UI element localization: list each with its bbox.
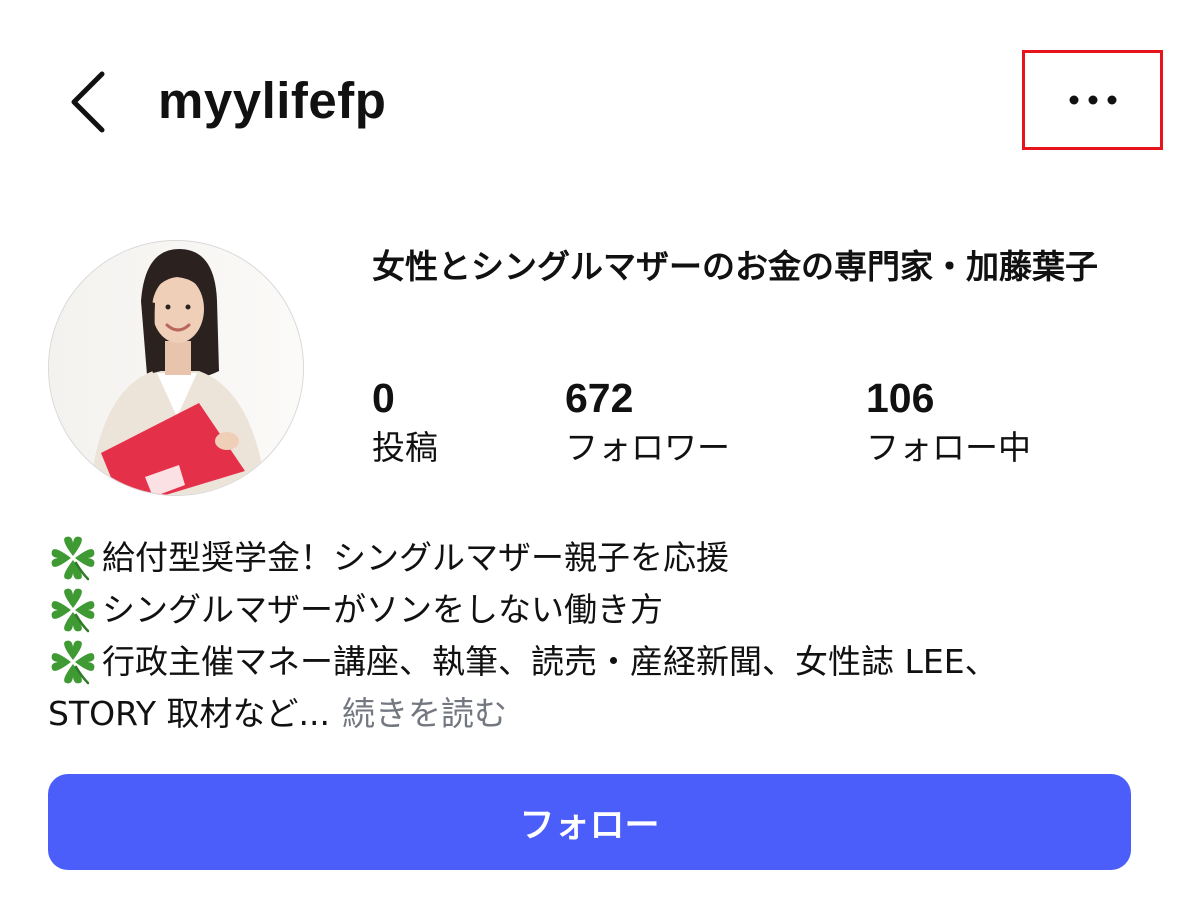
profile-page: myylifefp 女性とシングルマザーのお金の専門家・加藤葉子 0 投稿 67…	[0, 0, 1179, 918]
bio-text: 給付型奨学金！シングルマザー親子を応援	[102, 538, 729, 577]
follow-button[interactable]: フォロー	[48, 774, 1131, 870]
bio-text: STORY 取材など...	[48, 694, 331, 733]
chevron-left-icon	[71, 71, 105, 133]
bio-line: STORY 取材など... 続きを読む	[48, 688, 1138, 740]
following-label: フォロー中	[866, 428, 1031, 467]
followers-label: フォロワー	[565, 428, 730, 467]
read-more-link[interactable]: 続きを読む	[342, 688, 507, 740]
posts-count: 0	[372, 375, 395, 421]
bio-line: 給付型奨学金！シングルマザー親子を応援	[48, 532, 1138, 584]
following-count: 106	[866, 375, 935, 421]
profile-photo-avatar	[49, 241, 303, 495]
following-stat[interactable]: 106 フォロー中	[866, 372, 1031, 472]
four-leaf-clover-icon	[51, 640, 95, 685]
bio-text: シングルマザーがソンをしない働き方	[102, 590, 663, 629]
posts-stat[interactable]: 0 投稿	[372, 372, 438, 472]
back-button[interactable]	[58, 66, 118, 138]
posts-label: 投稿	[372, 428, 438, 467]
bio-text: 行政主催マネー講座、執筆、読売・産経新聞、女性誌 LEE、	[102, 642, 998, 681]
profile-username: myylifefp	[158, 72, 387, 129]
profile-display-name: 女性とシングルマザーのお金の専門家・加藤葉子	[372, 247, 1098, 286]
followers-count: 672	[565, 375, 634, 421]
ellipsis-icon	[1069, 95, 1116, 105]
four-leaf-clover-icon	[51, 588, 95, 633]
bio-line: シングルマザーがソンをしない働き方	[48, 584, 1138, 636]
four-leaf-clover-icon	[51, 536, 95, 581]
profile-avatar[interactable]	[48, 240, 304, 496]
more-options-button[interactable]	[1022, 50, 1163, 150]
profile-bio: 給付型奨学金！シングルマザー親子を応援 シングルマザーがソンをしない働き方 行政…	[48, 532, 1138, 740]
followers-stat[interactable]: 672 フォロワー	[565, 372, 730, 472]
bio-line: 行政主催マネー講座、執筆、読売・産経新聞、女性誌 LEE、	[48, 636, 1138, 688]
